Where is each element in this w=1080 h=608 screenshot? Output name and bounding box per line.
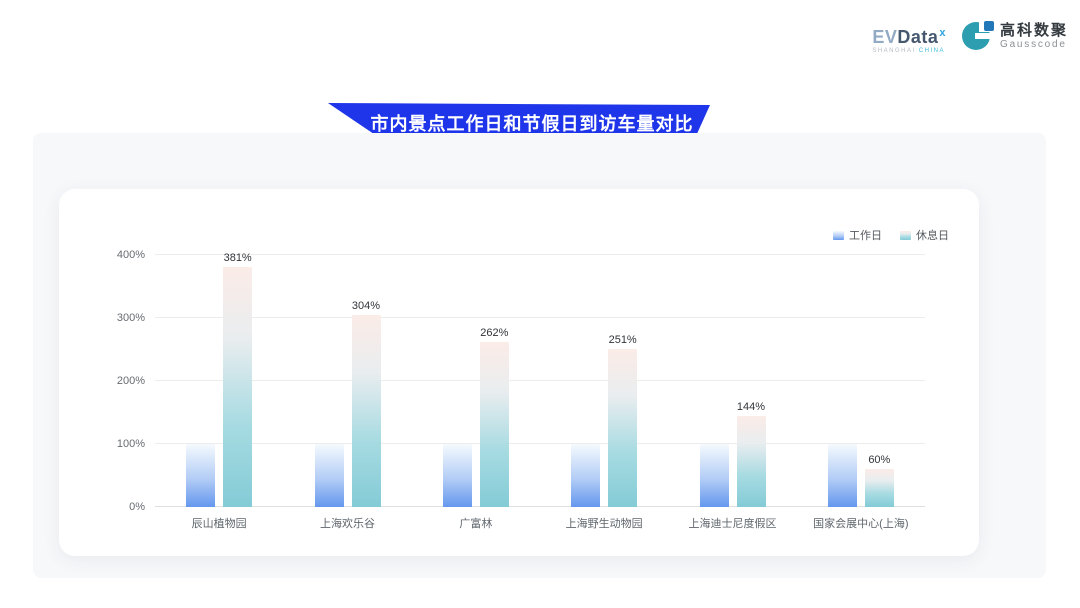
gridline [155, 254, 925, 255]
legend-item-workday[interactable]: 工作日 [833, 227, 882, 243]
gausscode-cn-name: 高科数聚 [1000, 22, 1068, 39]
category-label: 辰山植物园 [154, 515, 284, 531]
restday-legend-swatch-icon [900, 231, 911, 240]
bar-restday [480, 342, 509, 507]
plot-area: 0%100%200%300%400%381%辰山植物园304%上海欢乐谷262%… [155, 255, 925, 507]
evdata-subtitle: SHANGHAI CHINA [872, 48, 945, 54]
y-axis-tick-label: 100% [99, 438, 145, 450]
y-axis-tick-label: 200% [99, 375, 145, 387]
y-axis-tick-label: 300% [99, 312, 145, 324]
bar-value-label: 144% [721, 401, 781, 413]
bar-workday [315, 444, 344, 507]
category-label: 上海野生动物园 [539, 515, 669, 531]
bar-value-label: 304% [336, 300, 396, 312]
bar-value-label: 251% [593, 334, 653, 346]
category-label: 广富林 [411, 515, 541, 531]
header-logos: EVDatax SHANGHAI CHINA 高科数聚 Gausscode [872, 20, 1068, 54]
category-label: 国家会展中心(上海) [796, 515, 926, 531]
bar-workday [700, 444, 729, 507]
evdata-data-text: Data [897, 27, 938, 47]
bar-restday [352, 315, 381, 507]
bar-restday [608, 349, 637, 507]
category-label: 上海迪士尼度假区 [668, 515, 798, 531]
bar-value-label: 381% [208, 252, 268, 264]
gridline [155, 317, 925, 318]
gridline [155, 443, 925, 444]
legend-label-restday: 休息日 [916, 227, 949, 243]
bar-restday [737, 416, 766, 507]
evdata-logo: EVDatax SHANGHAI CHINA [872, 20, 946, 54]
gausscode-en-name: Gausscode [1000, 39, 1068, 51]
chart-card: 工作日 休息日 0%100%200%300%400%381%辰山植物园304%上… [59, 189, 979, 556]
gausscode-g-icon [962, 20, 994, 52]
page: EVDatax SHANGHAI CHINA 高科数聚 Gausscode 市内… [0, 0, 1080, 608]
bar-workday [571, 444, 600, 507]
bar-workday [186, 444, 215, 507]
gridline [155, 380, 925, 381]
bar-restday [223, 267, 252, 507]
evdata-ev-text: EV [872, 27, 897, 47]
workday-legend-swatch-icon [833, 231, 844, 240]
evdata-x-superscript: x [939, 27, 946, 39]
legend-item-restday[interactable]: 休息日 [900, 227, 949, 243]
y-axis-tick-label: 400% [99, 249, 145, 261]
evdata-wordmark: EVDatax [872, 24, 946, 46]
y-axis-tick-label: 0% [99, 501, 145, 513]
bar-value-label: 60% [849, 454, 909, 466]
category-label: 上海欢乐谷 [283, 515, 413, 531]
bar-restday [865, 469, 894, 507]
evdata-china-text: CHINA [919, 48, 945, 54]
chart-legend: 工作日 休息日 [833, 227, 949, 243]
evdata-shanghai-text: SHANGHAI [872, 48, 915, 54]
legend-label-workday: 工作日 [849, 227, 882, 243]
gausscode-logo: 高科数聚 Gausscode [962, 20, 1068, 52]
bar-workday [443, 444, 472, 507]
x-axis-line [155, 506, 925, 507]
bar-value-label: 262% [464, 327, 524, 339]
